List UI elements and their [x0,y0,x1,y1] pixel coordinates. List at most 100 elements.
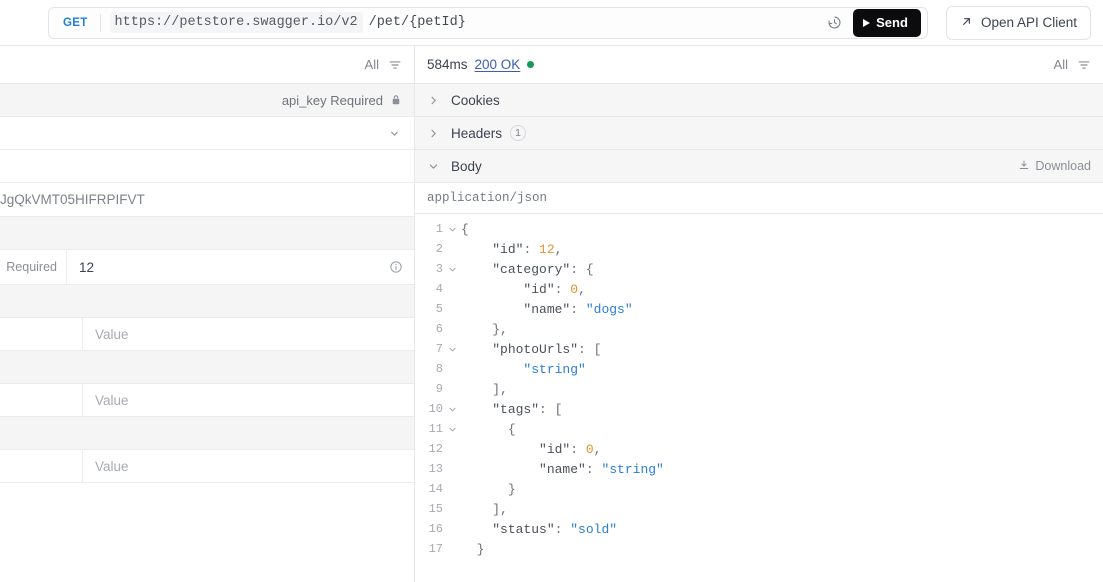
api-key-value-row[interactable]: JgQkVMT05HIFRPIFVT [0,183,414,217]
download-label: Download [1035,159,1091,173]
fold-toggle-icon[interactable] [443,224,461,235]
headers-accordion-row[interactable]: Headers 1 [415,117,1103,150]
param-row-empty-2[interactable]: Value [0,384,414,417]
param-value-input-2[interactable]: Value [83,384,414,416]
line-number: 4 [415,282,443,296]
headers-count-badge: 1 [510,125,526,141]
api-key-value-text[interactable]: JgQkVMT05HIFRPIFVT [0,192,145,207]
fold-toggle-icon[interactable] [443,404,461,415]
info-icon[interactable] [389,260,403,274]
code-line: 14 } [415,479,1103,499]
line-number: 1 [415,222,443,236]
code-line-text: "id": 12, [461,242,562,257]
code-line: 6 }, [415,319,1103,339]
blank-row [0,150,414,183]
line-number: 15 [415,502,443,516]
code-line-text: } [461,542,484,557]
line-number: 2 [415,242,443,256]
petid-value-input[interactable]: 12 [67,250,414,284]
param-row-empty-3[interactable]: Value [0,450,414,483]
fold-toggle-icon[interactable] [443,264,461,275]
filter-icon[interactable] [388,58,402,72]
play-icon [863,19,870,27]
line-number: 12 [415,442,443,456]
url-input-group[interactable]: GET https://petstore.swagger.io/v2 /pet/… [48,7,928,39]
code-line: 16 "status": "sold" [415,519,1103,539]
code-line-text: "name": "dogs" [461,302,633,317]
line-number: 11 [415,422,443,436]
param-row-empty-1[interactable]: Value [0,318,414,351]
code-line: 12 "id": 0, [415,439,1103,459]
code-line: 5 "name": "dogs" [415,299,1103,319]
code-line-text: "id": 0, [461,442,601,457]
download-button[interactable]: Download [1018,159,1091,174]
url-bar-actions: Send [824,9,923,37]
response-status-code[interactable]: 200 OK [475,57,521,72]
code-line: 1{ [415,219,1103,239]
chevron-right-icon[interactable] [427,127,449,140]
url-fields[interactable]: https://petstore.swagger.io/v2 /pet/{pet… [101,8,825,38]
body-accordion-row[interactable]: Body Download [415,150,1103,183]
param-value-input-3[interactable]: Value [83,450,414,482]
body-label: Body [451,159,482,174]
open-api-client-label: Open API Client [981,15,1077,30]
line-number: 5 [415,302,443,316]
code-line-text: } [461,482,516,497]
param-section-band-3 [0,351,414,384]
cookies-accordion-row[interactable]: Cookies [415,84,1103,117]
code-line: 8 "string" [415,359,1103,379]
response-duration: 584ms [427,57,468,72]
param-key-cell-3[interactable] [0,450,83,482]
chevron-right-icon[interactable] [427,94,449,107]
fold-toggle-icon[interactable] [443,344,461,355]
filter-icon[interactable] [1077,58,1091,72]
api-client-window: GET https://petstore.swagger.io/v2 /pet/… [0,0,1103,582]
open-api-client-button[interactable]: Open API Client [946,6,1091,40]
base-url-chip[interactable]: https://petstore.swagger.io/v2 [110,12,363,33]
code-line: 7 "photoUrls": [ [415,339,1103,359]
main-split: All api_key Required [0,46,1103,582]
line-number: 13 [415,462,443,476]
code-line-text: "tags": [ [461,402,562,417]
headers-label: Headers [451,126,502,141]
petid-param-row[interactable]: Required 12 [0,250,414,285]
send-button[interactable]: Send [853,9,921,37]
chevron-down-icon[interactable] [0,127,414,140]
response-panel: 584ms 200 OK All [415,46,1103,582]
url-path-input[interactable]: /pet/{petId} [363,15,466,30]
petid-required-label: Required [0,250,67,284]
code-line-text: "category": { [461,262,594,277]
param-key-cell-1[interactable] [0,318,83,350]
line-number: 7 [415,342,443,356]
code-line: 11 { [415,419,1103,439]
param-key-cell-2[interactable] [0,384,83,416]
request-panel: All api_key Required [0,46,415,582]
request-filter-bar: All [0,46,414,84]
response-filter-all-label[interactable]: All [1054,57,1068,72]
code-line: 13 "name": "string" [415,459,1103,479]
api-key-label-text: api_key Required [282,93,383,108]
api-key-section-header[interactable]: api_key Required [0,84,414,117]
request-filter-all-label[interactable]: All [365,57,379,72]
line-number: 8 [415,362,443,376]
param-value-input-1[interactable]: Value [83,318,414,350]
send-button-label: Send [876,15,908,30]
left-panel-filler [0,483,414,582]
param-section-band-4 [0,417,414,450]
status-dot-icon [527,61,534,68]
code-line: 17 } [415,539,1103,559]
content-type-label: application/json [415,183,1103,214]
chevron-down-icon[interactable] [427,160,449,173]
code-line-text: ], [461,502,508,517]
cookies-label: Cookies [451,93,500,108]
code-line-text: { [461,422,516,437]
http-method-badge[interactable]: GET [49,17,100,29]
response-body-code[interactable]: 1{2 "id": 12,3 "category": {4 "id": 0,5 … [415,214,1103,582]
code-line-text: "photoUrls": [ [461,342,601,357]
clock-history-icon[interactable] [824,13,844,33]
fold-toggle-icon[interactable] [443,424,461,435]
code-line-text: ], [461,382,508,397]
lock-icon [390,94,402,106]
api-key-collapse-row[interactable] [0,117,414,150]
param-section-band-1 [0,217,414,250]
